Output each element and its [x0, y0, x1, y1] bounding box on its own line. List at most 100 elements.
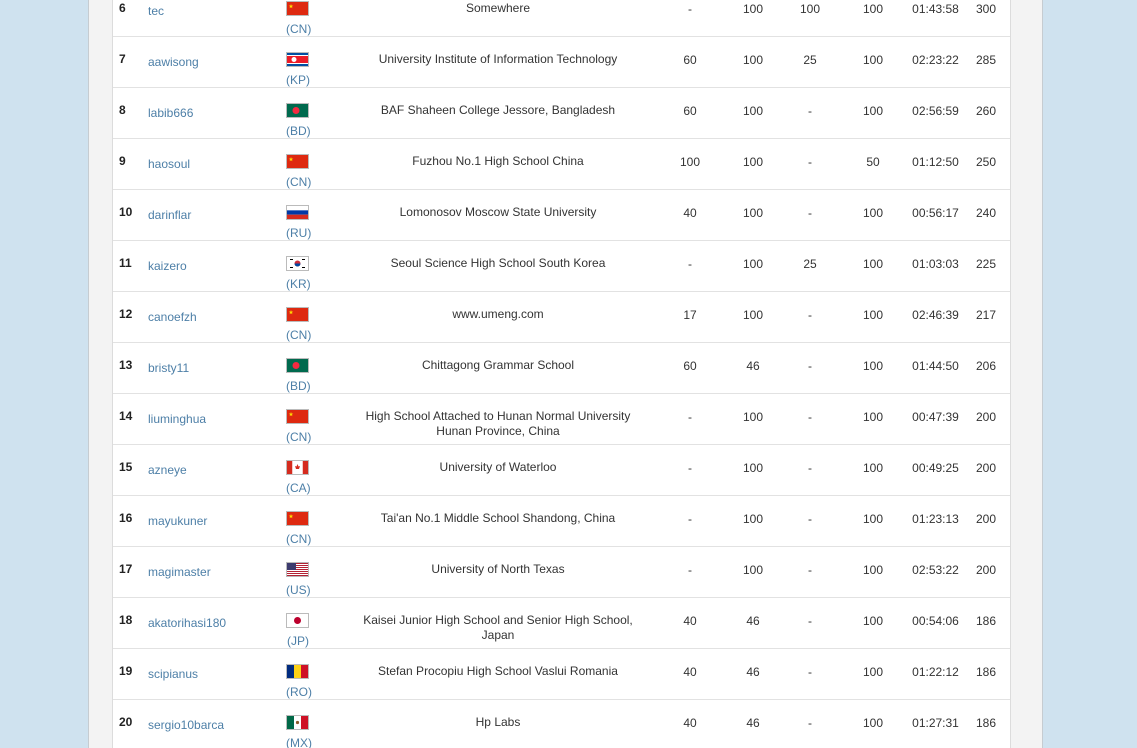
problem-1-score: -	[688, 512, 692, 526]
problem-2-score: 100	[742, 206, 764, 220]
total-score-cell: 285	[975, 53, 997, 67]
time-cell: 02:56:59	[912, 104, 959, 118]
country-code-link[interactable]: (BD)	[286, 379, 311, 393]
country-flag-icon	[286, 409, 309, 424]
time-cell: 00:49:25	[912, 461, 959, 475]
country-flag-icon	[286, 460, 309, 475]
problem-2-score: 100	[742, 257, 764, 271]
country-code-link[interactable]: (CN)	[286, 175, 311, 189]
table-row: 8 labib666 (BD) BAF Shaheen College Jessore…	[113, 88, 1010, 139]
country-code-link[interactable]: (CN)	[286, 532, 311, 546]
username-link[interactable]: aawisong	[148, 55, 199, 69]
username-link[interactable]: sergio10barca	[148, 718, 224, 732]
problem-4-score: 100	[862, 359, 884, 373]
problem-4-score: 50	[866, 155, 880, 169]
country-code-link[interactable]: (CN)	[286, 430, 311, 444]
username-link[interactable]: scipianus	[148, 667, 198, 681]
school-cell: Seoul Science High School South Korea	[390, 256, 606, 270]
time-cell: 01:03:03	[912, 257, 959, 271]
rank-cell: 20	[119, 715, 133, 729]
username-link[interactable]: tec	[148, 4, 164, 18]
country-code-link[interactable]: (CN)	[286, 328, 311, 342]
username-link[interactable]: canoefzh	[148, 310, 197, 324]
country-code-link[interactable]: (RO)	[286, 685, 312, 699]
username-link[interactable]: haosoul	[148, 157, 190, 171]
rank-cell: 13	[119, 358, 133, 372]
problem-3-score: -	[808, 665, 812, 679]
page-container: 6 tec (CN) Somewhere - 100 100 100 01:43:58 300 7 a…	[88, 0, 1043, 748]
rank-cell: 16	[119, 511, 133, 525]
rank-cell: 6	[119, 1, 126, 15]
country-code-link[interactable]: (US)	[286, 583, 311, 597]
rank-cell: 15	[119, 460, 133, 474]
problem-4-score: 100	[862, 563, 884, 577]
problem-2-score: 46	[746, 359, 760, 373]
school-cell: Chittagong Grammar School	[421, 358, 575, 372]
username-link[interactable]: darinflar	[148, 208, 191, 222]
time-cell: 01:23:13	[912, 512, 959, 526]
total-score-cell: 225	[975, 257, 997, 271]
username-link[interactable]: magimaster	[148, 565, 211, 579]
username-link[interactable]: kaizero	[148, 259, 187, 273]
table-row: 9 haosoul (CN) Fuzhou No.1 High School Chin…	[113, 139, 1010, 190]
problem-2-score: 100	[742, 308, 764, 322]
country-code-link[interactable]: (KR)	[286, 277, 311, 291]
school-cell: Kaisei Junior High School and Senior Hig…	[363, 613, 633, 642]
problem-3-score: -	[808, 206, 812, 220]
problem-1-score: 40	[683, 716, 697, 730]
table-row: 18 akatorihasi180 (JP) Kaisei Junior High S…	[113, 598, 1010, 649]
country-code: KR	[290, 277, 307, 291]
time-cell: 01:12:50	[912, 155, 959, 169]
time-cell: 00:47:39	[912, 410, 959, 424]
country-code-link[interactable]: (CN)	[286, 22, 311, 36]
username-link[interactable]: akatorihasi180	[148, 616, 226, 630]
rank-cell: 18	[119, 613, 133, 627]
problem-3-score: 25	[803, 53, 817, 67]
problem-4-score: 100	[862, 104, 884, 118]
country-code-link[interactable]: (JP)	[286, 634, 310, 648]
country-code-link[interactable]: (MX)	[286, 736, 312, 748]
country-code: US	[290, 583, 307, 597]
time-cell: 02:53:22	[912, 563, 959, 577]
username-link[interactable]: bristy11	[148, 361, 189, 375]
problem-1-score: -	[688, 410, 692, 424]
username-link[interactable]: mayukuner	[148, 514, 207, 528]
table-row: 13 bristy11 (BD) Chittagong Grammar School 6…	[113, 343, 1010, 394]
country-code-link[interactable]: (KP)	[286, 73, 310, 87]
country-code-link[interactable]: (RU)	[286, 226, 311, 240]
country-code-link[interactable]: (BD)	[286, 124, 311, 138]
country-flag-icon	[286, 664, 309, 679]
total-score-cell: 240	[975, 206, 997, 220]
country-code: BD	[290, 124, 307, 138]
problem-2-score: 100	[742, 461, 764, 475]
problem-1-score: 40	[683, 614, 697, 628]
problem-3-score: -	[808, 563, 812, 577]
total-score-cell: 186	[975, 665, 997, 679]
problem-1-score: -	[688, 461, 692, 475]
rank-cell: 12	[119, 307, 133, 321]
problem-4-score: 100	[862, 461, 884, 475]
total-score-cell: 217	[975, 308, 997, 322]
time-cell: 02:46:39	[912, 308, 959, 322]
total-score-cell: 200	[975, 563, 997, 577]
username-link[interactable]: azneye	[148, 463, 187, 477]
problem-4-score: 100	[862, 206, 884, 220]
total-score-cell: 260	[975, 104, 997, 118]
country-code-link[interactable]: (CA)	[286, 481, 311, 495]
username-link[interactable]: liuminghua	[148, 412, 206, 426]
problem-3-score: -	[808, 716, 812, 730]
problem-2-score: 100	[742, 53, 764, 67]
username-link[interactable]: labib666	[148, 106, 193, 120]
time-cell: 00:56:17	[912, 206, 959, 220]
problem-1-score: 60	[683, 53, 697, 67]
table-row: 6 tec (CN) Somewhere - 100 100 100 01:43:58 300	[113, 0, 1010, 37]
problem-2-score: 100	[742, 512, 764, 526]
problem-1-score: 60	[683, 359, 697, 373]
country-code: RO	[290, 685, 308, 699]
school-cell: www.umeng.com	[452, 307, 544, 321]
table-row: 7 aawisong (KP) University Institute of Inf…	[113, 37, 1010, 88]
problem-3-score: -	[808, 512, 812, 526]
school-cell: University of North Texas	[431, 562, 565, 576]
country-flag-icon	[286, 307, 309, 322]
country-flag-icon	[286, 715, 309, 730]
